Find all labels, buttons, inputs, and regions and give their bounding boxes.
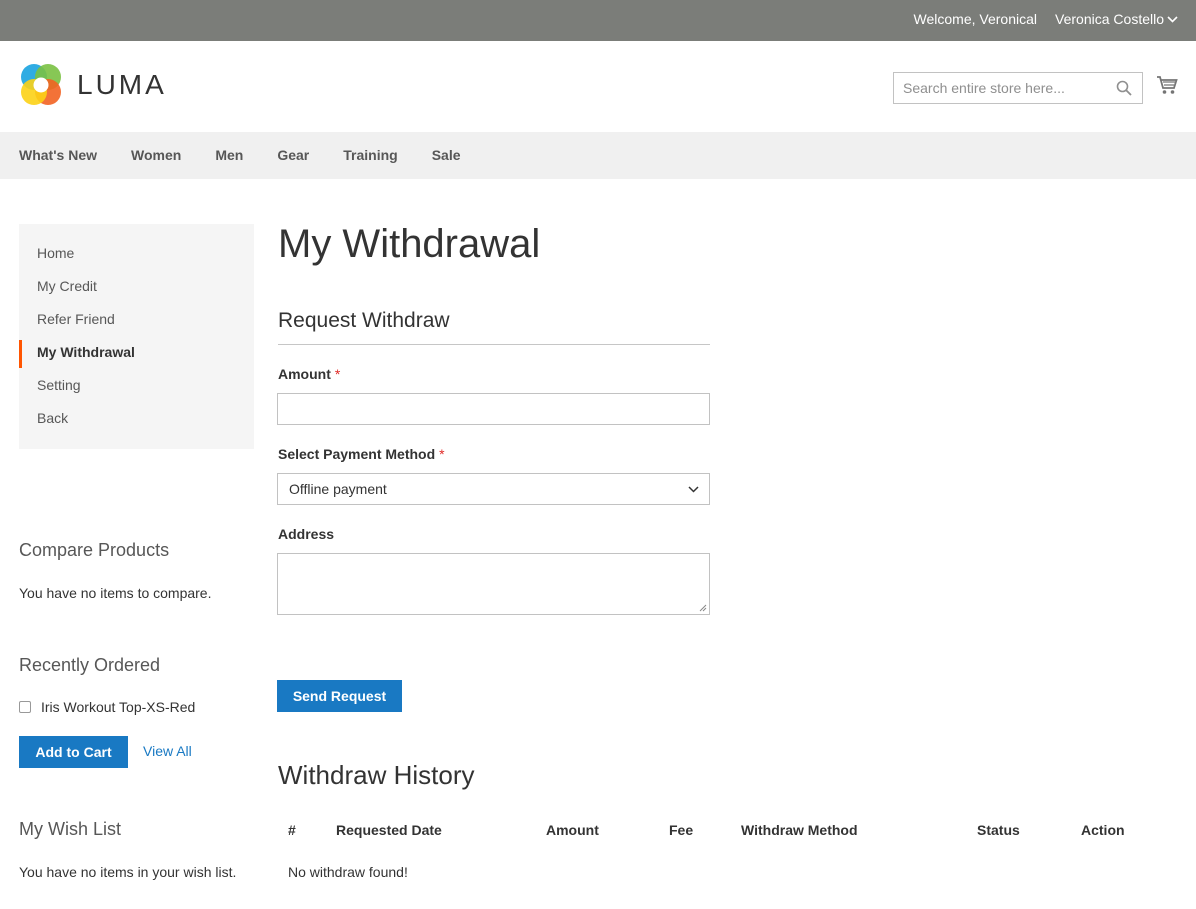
- amount-label: Amount *: [278, 366, 340, 382]
- column-header-amount: Amount: [546, 822, 599, 838]
- add-to-cart-button[interactable]: Add to Cart: [19, 736, 128, 768]
- required-marker: *: [439, 446, 445, 462]
- column-header-withdraw-method: Withdraw Method: [741, 822, 858, 838]
- recent-item-checkbox[interactable]: [19, 701, 31, 713]
- address-textarea[interactable]: [277, 553, 710, 615]
- wishlist-title: My Wish List: [19, 819, 122, 839]
- search-input[interactable]: [894, 73, 1104, 103]
- column-header-fee: Fee: [669, 822, 694, 838]
- payment-method-select[interactable]: Offline payment: [277, 473, 710, 505]
- view-all-link[interactable]: View All: [143, 743, 192, 759]
- amount-label-text: Amount: [278, 366, 331, 382]
- luma-logo-icon[interactable]: [19, 63, 63, 107]
- chevron-down-icon[interactable]: [1167, 15, 1178, 23]
- logo[interactable]: LUMA: [19, 63, 167, 107]
- column-header-status: Status: [977, 822, 1020, 838]
- payment-method-value[interactable]: Offline payment: [289, 481, 387, 497]
- nav-item-gear[interactable]: Gear: [277, 132, 309, 179]
- nav-item-training[interactable]: Training: [343, 132, 397, 179]
- payment-method-label: Select Payment Method *: [278, 446, 445, 462]
- payment-method-label-text: Select Payment Method: [278, 446, 436, 462]
- nav-item-women[interactable]: Women: [131, 132, 181, 179]
- wishlist-text: You have no items in your wish list.: [19, 864, 237, 880]
- nav-item-whats-new[interactable]: What's New: [19, 132, 97, 179]
- address-label: Address: [278, 526, 335, 542]
- sidebar-item-my-withdrawal[interactable]: My Withdrawal: [19, 336, 254, 369]
- page-title: My Withdrawal: [278, 222, 541, 266]
- search-box[interactable]: [893, 72, 1143, 104]
- resize-handle-icon[interactable]: [699, 604, 707, 612]
- main-nav: What's New Women Men Gear Training Sale: [0, 132, 1196, 179]
- withdraw-history-title: Withdraw History: [278, 760, 475, 790]
- sidebar-item-home[interactable]: Home: [19, 237, 254, 270]
- recent-item-name[interactable]: Iris Workout Top-XS-Red: [41, 699, 195, 715]
- column-header-number: #: [288, 822, 296, 838]
- sidebar-item-setting[interactable]: Setting: [19, 369, 254, 402]
- header: LUMA: [0, 41, 1196, 132]
- account-name[interactable]: Veronica Costello: [1055, 11, 1164, 27]
- account-sidebar-nav: Home My Credit Refer Friend My Withdrawa…: [19, 224, 254, 449]
- recently-ordered-title: Recently Ordered: [19, 655, 161, 675]
- required-marker: *: [334, 366, 341, 382]
- logo-wordmark[interactable]: LUMA: [77, 69, 167, 101]
- recent-item: Iris Workout Top-XS-Red: [19, 699, 195, 715]
- column-header-requested-date: Requested Date: [336, 822, 442, 838]
- sidebar-item-refer-friend[interactable]: Refer Friend: [19, 303, 254, 336]
- top-bar: Welcome, Veronical Veronica Costello: [0, 0, 1196, 41]
- welcome-message: Welcome, Veronical: [913, 11, 1037, 27]
- sidebar-item-my-credit[interactable]: My Credit: [19, 270, 254, 303]
- send-request-button[interactable]: Send Request: [277, 680, 402, 712]
- nav-item-men[interactable]: Men: [215, 132, 243, 179]
- cart-icon[interactable]: [1156, 74, 1178, 96]
- empty-history-message: No withdraw found!: [288, 864, 408, 880]
- sidebar-item-back[interactable]: Back: [19, 402, 254, 435]
- compare-products-title: Compare Products: [19, 540, 170, 560]
- account-menu[interactable]: Veronica Costello: [1055, 11, 1178, 27]
- chevron-down-icon[interactable]: [688, 486, 699, 493]
- amount-input[interactable]: [277, 393, 710, 425]
- request-withdraw-title: Request Withdraw: [278, 309, 710, 345]
- column-header-action: Action: [1081, 822, 1125, 838]
- compare-products-text: You have no items to compare.: [19, 585, 212, 601]
- nav-item-sale[interactable]: Sale: [432, 132, 461, 179]
- search-icon[interactable]: [1116, 80, 1132, 96]
